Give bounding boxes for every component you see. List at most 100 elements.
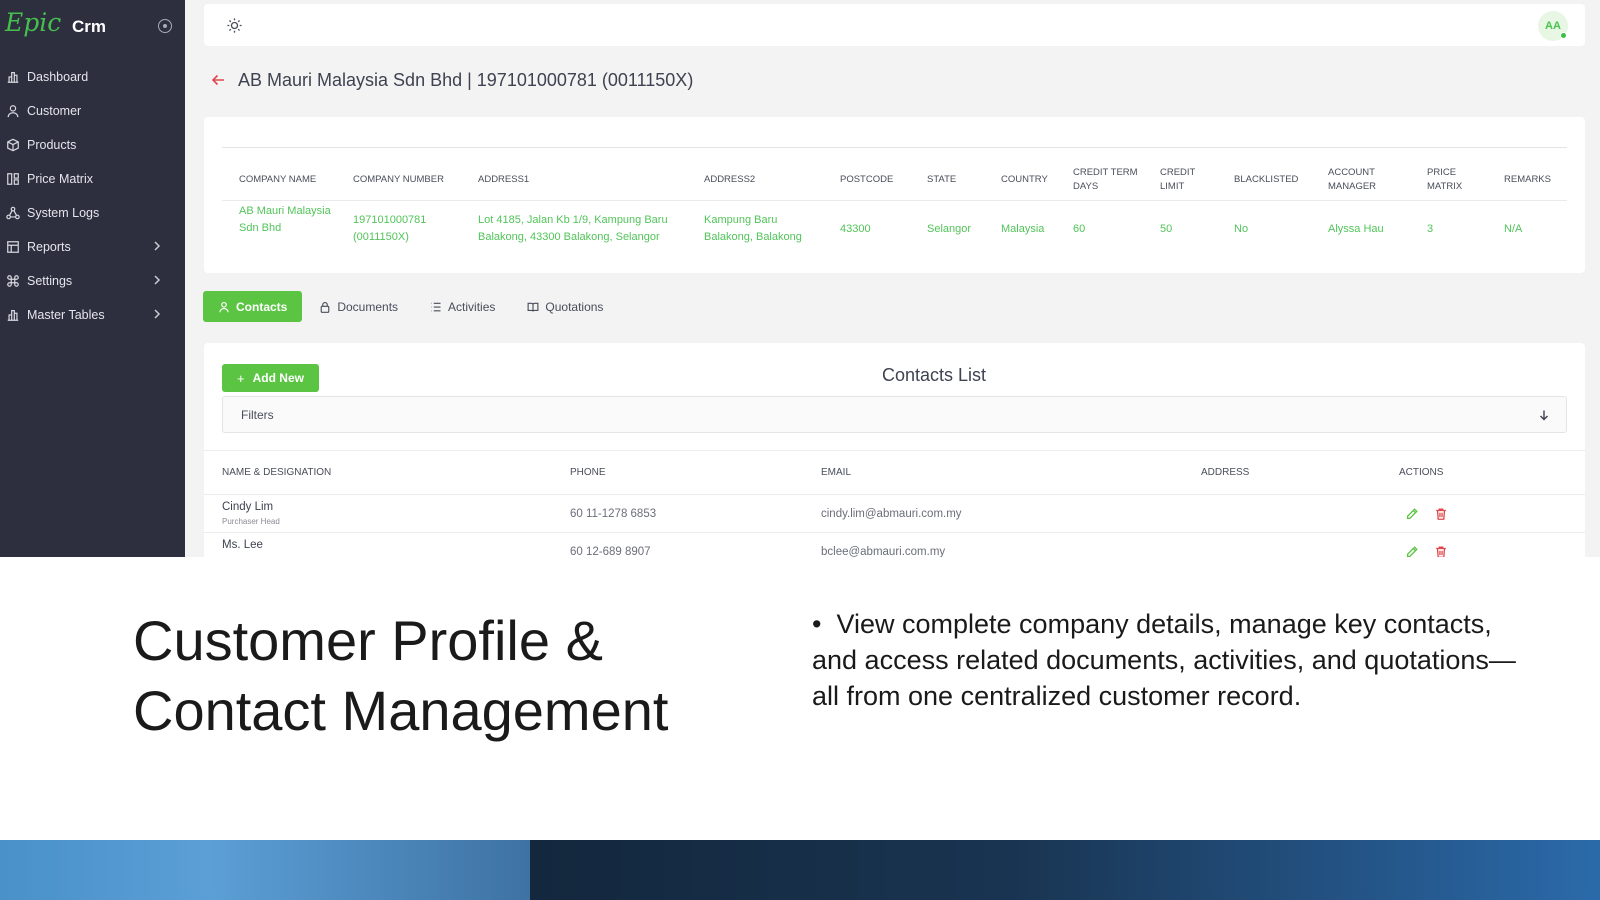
app-screenshot: Epic Crm Dashboard Customer Products Pri… — [0, 0, 1600, 557]
avatar[interactable]: AA — [1538, 11, 1568, 41]
slide-bullet-text: View complete company details, manage ke… — [812, 609, 1516, 711]
column-header: REMARKS — [1504, 174, 1551, 185]
column-header: STATE — [927, 174, 957, 185]
list-icon — [431, 302, 441, 311]
chevron-right-icon — [154, 241, 161, 251]
sidebar-item-products[interactable]: Products — [0, 128, 185, 162]
filters-label: Filters — [241, 408, 274, 422]
bullet-marker: • — [812, 609, 837, 639]
sidebar-item-label: Products — [27, 138, 77, 152]
arrow-down-icon — [1540, 410, 1548, 421]
sidebar-item-label: Customer — [27, 104, 82, 118]
sidebar-item-label: Reports — [27, 240, 71, 254]
column-header: ACTIONS — [1399, 467, 1444, 478]
sun-icon[interactable] — [226, 17, 243, 34]
company-number-cell: 197101000781 (0011150X) — [353, 214, 427, 243]
tab-label: Activities — [448, 299, 496, 314]
divider — [204, 532, 1585, 533]
chevron-right-icon — [154, 275, 161, 285]
tab-label: Contacts — [236, 299, 288, 314]
contacts-card: + Add New Contacts List Filters NAME & D… — [204, 343, 1585, 557]
address1-cell: Lot 4185, Jalan Kb 1/9, Kampung Baru Bal… — [478, 214, 668, 243]
add-new-label: Add New — [252, 371, 304, 385]
sidebar-item-master-tables[interactable]: Master Tables — [0, 298, 185, 332]
delete-icon[interactable] — [1434, 545, 1448, 557]
back-arrow-icon[interactable] — [210, 72, 226, 88]
column-header: COMPANY NUMBER — [353, 174, 444, 185]
edit-icon[interactable] — [1405, 507, 1419, 521]
column-header: POSTCODE — [840, 174, 894, 185]
sidebar-item-price-matrix[interactable]: Price Matrix — [0, 162, 185, 196]
edit-icon[interactable] — [1405, 545, 1419, 557]
user-icon — [7, 105, 19, 118]
company-details-card: COMPANY NAME COMPANY NUMBER ADDRESS1 ADD… — [204, 117, 1585, 273]
column-header: ADDRESS — [1201, 467, 1250, 478]
sidebar-item-label: Dashboard — [27, 70, 89, 84]
column-header: COMPANY NAME — [239, 174, 317, 185]
slide-heading-line: Contact Management — [133, 679, 669, 742]
contact-email: bclee@abmauri.com.my — [821, 546, 946, 557]
avatar-initials: AA — [1545, 20, 1561, 32]
table-icon — [7, 241, 19, 253]
contact-phone: 60 11-1278 6853 — [570, 508, 657, 520]
contact-email: cindy.lim@abmauri.com.my — [821, 508, 962, 520]
network-icon — [6, 206, 20, 220]
divider — [204, 450, 1585, 451]
brand-logo[interactable]: Epic — [5, 8, 61, 37]
brand: Epic Crm — [5, 6, 180, 44]
contact-phone: 60 12-689 8907 — [570, 546, 651, 557]
tab-label: Quotations — [545, 299, 604, 314]
table-header: COMPANY NAME COMPANY NUMBER ADDRESS1 ADD… — [222, 157, 1567, 201]
user-icon — [219, 301, 229, 312]
column-header: EMAIL — [821, 467, 852, 478]
tab-documents[interactable]: Documents — [304, 291, 413, 322]
online-status-dot — [1560, 32, 1567, 39]
sidebar-item-customer[interactable]: Customer — [0, 94, 185, 128]
grid-icon — [7, 173, 19, 185]
contact-name: Ms. Lee — [222, 539, 263, 551]
column-header: COUNTRY — [1001, 174, 1048, 185]
column-header: PHONE — [570, 467, 606, 478]
page-title: AB Mauri Malaysia Sdn Bhd | 197101000781… — [238, 69, 694, 90]
lock-icon — [321, 301, 330, 313]
credit-term-days-cell: 60 — [1073, 223, 1086, 235]
add-new-button[interactable]: + Add New — [222, 364, 319, 392]
book-icon — [527, 302, 539, 312]
slide-heading: Customer Profile & Contact Management — [133, 606, 668, 746]
tab-contacts[interactable]: Contacts — [203, 291, 303, 322]
company-name-cell: AB Mauri Malaysia Sdn Bhd — [239, 205, 331, 234]
tab-bar: Contacts Documents Activities Quotations — [203, 291, 620, 322]
slide-heading-line: Customer Profile & — [133, 609, 603, 672]
sidebar-item-settings[interactable]: Settings — [0, 264, 185, 298]
sidebar-item-dashboard[interactable]: Dashboard — [0, 60, 185, 94]
column-header: CREDIT LIMIT — [1160, 167, 1196, 192]
tab-quotations[interactable]: Quotations — [512, 291, 618, 322]
contact-designation: Purchaser Head — [222, 517, 280, 526]
sidebar-item-label: System Logs — [27, 206, 100, 220]
column-header: BLACKLISTED — [1234, 174, 1299, 185]
box-icon — [7, 138, 19, 152]
tab-activities[interactable]: Activities — [415, 291, 510, 322]
remarks-cell: N/A — [1504, 223, 1523, 235]
chart-bar-icon — [7, 72, 19, 83]
sidebar-item-label: Master Tables — [27, 308, 105, 322]
divider — [204, 494, 1585, 495]
sidebar-toggle-icon[interactable] — [158, 19, 172, 33]
divider — [222, 147, 1567, 148]
sidebar-item-system-logs[interactable]: System Logs — [0, 196, 185, 230]
page-header: AB Mauri Malaysia Sdn Bhd | 197101000781… — [210, 66, 693, 94]
app-name: Crm — [72, 17, 107, 36]
column-header: NAME & DESIGNATION — [222, 467, 332, 478]
account-manager-cell: Alyssa Hau — [1328, 223, 1384, 235]
chart-bar-icon — [7, 310, 19, 321]
column-header: CREDIT TERM DAYS — [1073, 167, 1138, 192]
sidebar-item-label: Settings — [27, 274, 73, 288]
sidebar: Epic Crm Dashboard Customer Products Pri… — [0, 0, 185, 557]
sidebar-item-reports[interactable]: Reports — [0, 230, 185, 264]
filters-toggle[interactable]: Filters — [222, 396, 1567, 433]
column-header: PRICE MATRIX — [1427, 167, 1463, 192]
credit-limit-cell: 50 — [1160, 223, 1173, 235]
contact-name: Cindy Lim — [222, 501, 274, 513]
plus-icon: + — [237, 370, 245, 386]
delete-icon[interactable] — [1434, 507, 1448, 521]
